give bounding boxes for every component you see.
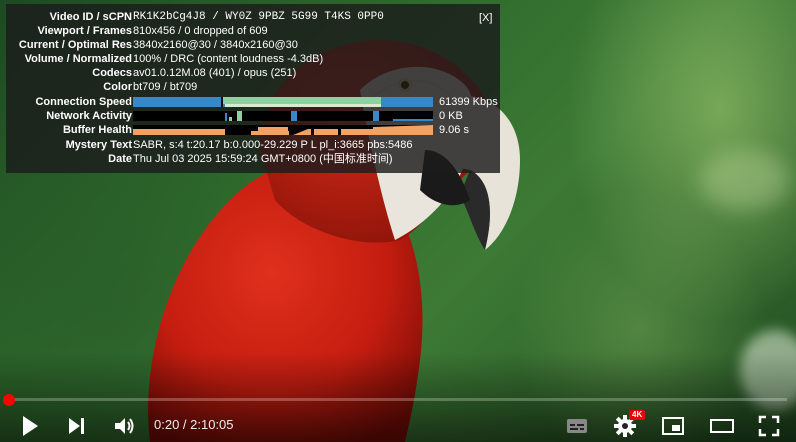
stats-value: av01.0.12M.08 (401) / opus (251): [133, 67, 297, 79]
next-icon: [69, 418, 84, 434]
stats-label: Color: [103, 81, 132, 93]
stats-row-codecs: Codecs av01.0.12M.08 (401) / opus (251): [6, 66, 500, 80]
miniplayer-button[interactable]: [661, 414, 685, 438]
miniplayer-icon: [662, 417, 684, 435]
connection-speed-graph: [133, 97, 433, 107]
stats-value: 0 KB: [439, 110, 463, 122]
stats-row-color: Color bt709 / bt709: [6, 80, 500, 94]
progress-bar[interactable]: [9, 398, 787, 401]
stats-value: Thu Jul 03 2025 15:59:24 GMT+0800 (中国标准时…: [133, 153, 393, 165]
stats-value: 3840x2160@30 / 3840x2160@30: [133, 39, 298, 51]
fullscreen-icon: [758, 415, 780, 437]
stats-label: Mystery Text: [65, 139, 132, 151]
video-frame[interactable]: [X] Video ID / sCPN RK1K2bCg4J8 / WY0Z 9…: [0, 0, 796, 442]
stats-label: Network Activity: [46, 110, 132, 122]
stats-row-viewport: Viewport / Frames 810x456 / 0 dropped of…: [6, 24, 500, 38]
buffer-health-graph: [133, 125, 433, 135]
stats-row-connection-speed: Connection Speed 61399 Kbps: [6, 95, 500, 109]
stats-label: Connection Speed: [35, 96, 132, 108]
subtitles-icon: [567, 419, 587, 433]
play-button[interactable]: [18, 414, 42, 438]
stats-row-resolution: Current / Optimal Res 3840x2160@30 / 384…: [6, 38, 500, 52]
stats-row-network-activity: Network Activity 0 KB: [6, 109, 500, 123]
stats-label: Current / Optimal Res: [18, 39, 132, 51]
theater-icon: [710, 419, 734, 433]
stats-value: RK1K2bCg4J8 / WY0Z 9PBZ 5G99 T4KS 0PP0: [133, 11, 384, 23]
stats-row-date: Date Thu Jul 03 2025 15:59:24 GMT+0800 (…: [6, 152, 500, 166]
stats-for-nerds-panel: [X] Video ID / sCPN RK1K2bCg4J8 / WY0Z 9…: [6, 4, 500, 173]
subtitles-button[interactable]: [565, 414, 589, 438]
stats-value: 810x456 / 0 dropped of 609: [133, 25, 268, 37]
stats-value: 100% / DRC (content loudness -4.3dB): [133, 53, 324, 65]
stats-row-buffer-health: Buffer Health 9.06 s: [6, 123, 500, 137]
stats-value: 9.06 s: [439, 124, 469, 136]
time-display: 0:20 / 2:10:05: [154, 417, 234, 432]
stats-row-volume: Volume / Normalized 100% / DRC (content …: [6, 52, 500, 66]
network-activity-graph: [133, 111, 433, 121]
stats-value: SABR, s:4 t:20.17 b:0.000-29.229 P L pl_…: [133, 139, 413, 151]
play-icon: [23, 416, 38, 436]
stats-label: Viewport / Frames: [37, 25, 132, 37]
volume-icon: [115, 418, 134, 434]
stats-row-video-id: Video ID / sCPN RK1K2bCg4J8 / WY0Z 9PBZ …: [6, 10, 500, 24]
stats-label: Volume / Normalized: [24, 53, 132, 65]
stats-label: Date: [108, 153, 132, 165]
quality-badge: 4K: [629, 410, 646, 420]
stats-value: bt709 / bt709: [133, 81, 198, 93]
next-button[interactable]: [66, 414, 90, 438]
theater-mode-button[interactable]: [709, 414, 735, 438]
fullscreen-button[interactable]: [757, 414, 781, 438]
progress-scrubber[interactable]: [3, 394, 15, 406]
volume-button[interactable]: [112, 414, 136, 438]
stats-value: 61399 Kbps: [439, 96, 498, 108]
stats-row-mystery-text: Mystery Text SABR, s:4 t:20.17 b:0.000-2…: [6, 138, 500, 152]
stats-label: Buffer Health: [62, 124, 132, 136]
stats-label: Codecs: [92, 67, 132, 79]
stats-label: Video ID / sCPN: [49, 11, 132, 23]
